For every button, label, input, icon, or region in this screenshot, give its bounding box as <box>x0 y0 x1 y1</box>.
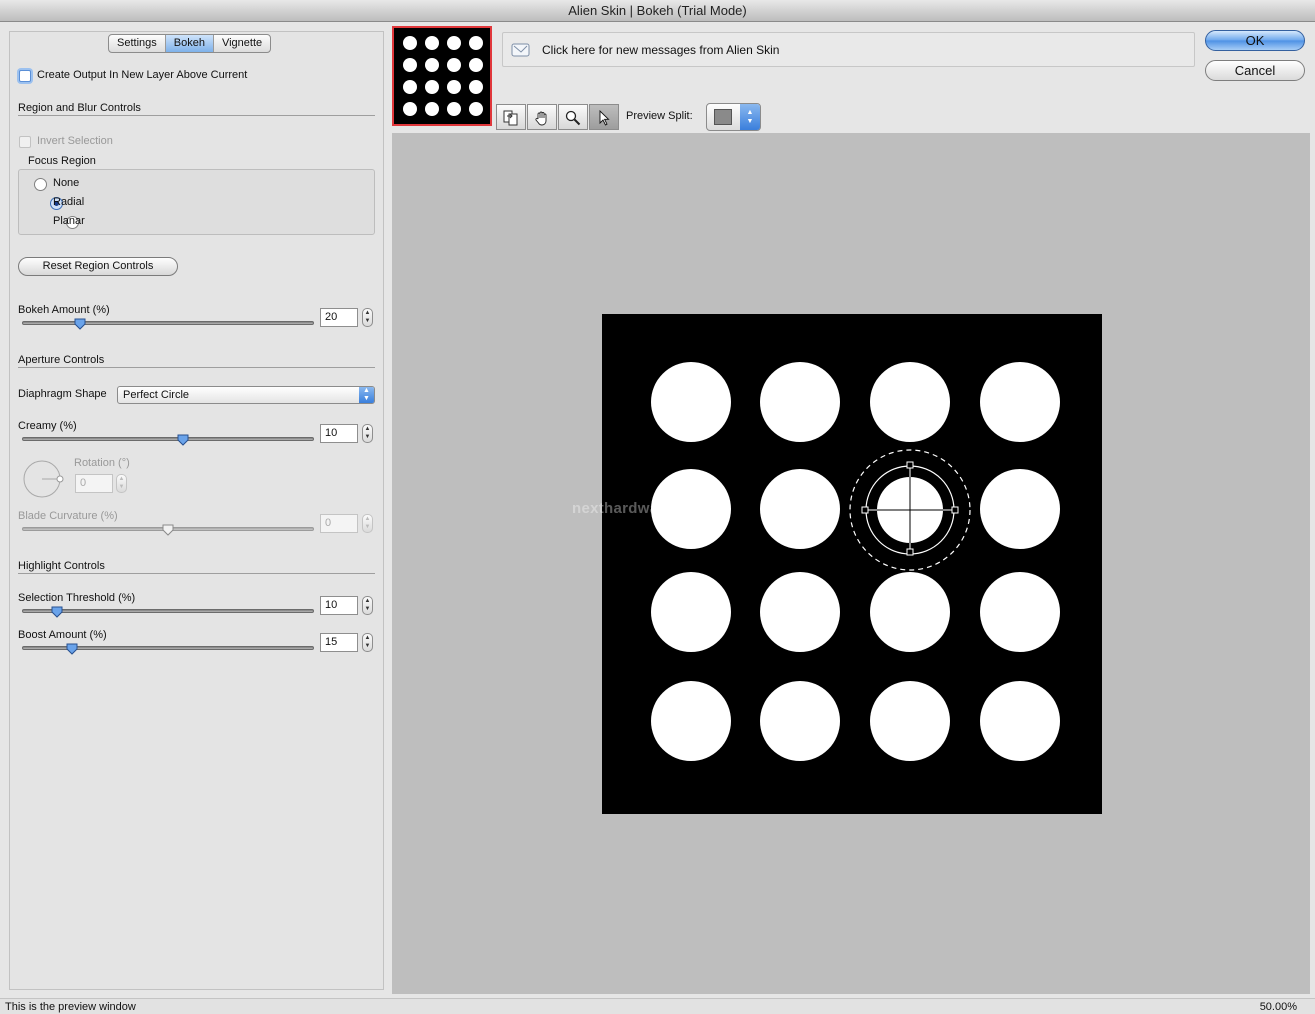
bokeh-circle <box>651 572 731 652</box>
select-arrows-icon: ▲ ▼ <box>740 104 760 130</box>
boost-amount-thumb[interactable] <box>66 643 78 655</box>
selection-threshold-label: Selection Threshold (%) <box>18 592 136 604</box>
blade-curvature-input[interactable]: 0 <box>320 514 358 533</box>
bokeh-circle <box>651 681 731 761</box>
pointer-icon <box>599 110 610 126</box>
selection-threshold-slider[interactable] <box>22 609 314 613</box>
rotation-stepper[interactable]: ▲ ▼ <box>116 474 127 493</box>
creamy-label: Creamy (%) <box>18 420 77 432</box>
bokeh-amount-stepper[interactable]: ▲ ▼ <box>362 308 373 327</box>
select-arrows-icon: ▲ ▼ <box>359 387 374 403</box>
blade-curvature-stepper[interactable]: ▲ ▼ <box>362 514 373 533</box>
tab-vignette[interactable]: Vignette <box>214 35 270 52</box>
reset-region-button[interactable]: Reset Region Controls <box>18 257 178 276</box>
bokeh-circle <box>760 572 840 652</box>
bokeh-circle <box>760 469 840 549</box>
diaphragm-shape-label: Diaphragm Shape <box>18 388 107 400</box>
tab-bokeh[interactable]: Bokeh <box>165 35 214 52</box>
selection-threshold-thumb[interactable] <box>51 606 63 618</box>
zoom-icon <box>565 110 581 126</box>
status-bar: This is the preview window 50.00% <box>0 998 1315 1014</box>
creamy-slider[interactable] <box>22 437 314 441</box>
preview-split-swatch-icon <box>714 109 732 125</box>
navigator-thumbnail[interactable] <box>392 26 492 126</box>
bokeh-circle <box>870 572 950 652</box>
pointer-tool-button[interactable] <box>589 104 619 130</box>
new-layer-checkbox[interactable] <box>19 70 31 82</box>
hand-icon <box>535 111 547 126</box>
compare-tool-button[interactable] <box>496 104 526 130</box>
cancel-button[interactable]: Cancel <box>1205 60 1305 81</box>
bokeh-circle <box>980 469 1060 549</box>
window-title: Alien Skin | Bokeh (Trial Mode) <box>0 0 1315 22</box>
bokeh-circle <box>651 362 731 442</box>
zoom-level: 50.00% <box>1259 1001 1297 1013</box>
hand-tool-button[interactable] <box>527 104 557 130</box>
diaphragm-shape-select[interactable]: Perfect Circle ▲ ▼ <box>117 386 375 404</box>
highlight-section-title: Highlight Controls <box>18 560 105 572</box>
new-layer-label: Create Output In New Layer Above Current <box>37 69 248 81</box>
blade-curvature-thumb[interactable] <box>162 524 174 536</box>
bokeh-amount-slider[interactable] <box>22 321 314 325</box>
bokeh-circle <box>870 362 950 442</box>
divider <box>18 367 375 368</box>
radio-none[interactable] <box>34 178 47 191</box>
boost-amount-input[interactable]: 15 <box>320 633 358 652</box>
bokeh-circle <box>870 681 950 761</box>
zoom-tool-button[interactable] <box>558 104 588 130</box>
bokeh-circle <box>760 362 840 442</box>
message-envelope-icon <box>511 43 530 57</box>
radial-focus-handle[interactable] <box>846 446 974 574</box>
divider <box>18 115 375 116</box>
region-section-title: Region and Blur Controls <box>18 102 141 114</box>
rotation-label: Rotation (°) <box>74 457 130 469</box>
bokeh-circle <box>760 681 840 761</box>
focus-region-title: Focus Region <box>28 155 96 167</box>
boost-amount-stepper[interactable]: ▲ ▼ <box>362 633 373 652</box>
bokeh-circle <box>980 362 1060 442</box>
ok-button[interactable]: OK <box>1205 30 1305 51</box>
compare-icon <box>503 110 518 126</box>
boost-amount-label: Boost Amount (%) <box>18 629 107 641</box>
creamy-stepper[interactable]: ▲ ▼ <box>362 424 373 443</box>
rotation-dial[interactable] <box>22 459 64 499</box>
preview-split-select[interactable]: ▲ ▼ <box>706 103 761 131</box>
tab-bar: Settings Bokeh Vignette <box>108 34 272 53</box>
preview-split-label: Preview Split: <box>626 110 693 122</box>
watermark: nexthardware.com <box>572 500 710 517</box>
aperture-section-title: Aperture Controls <box>18 354 105 366</box>
bokeh-amount-label: Bokeh Amount (%) <box>18 304 110 316</box>
messages-text: Click here for new messages from Alien S… <box>542 43 780 57</box>
invert-selection-label: Invert Selection <box>37 135 113 147</box>
messages-bar[interactable]: Click here for new messages from Alien S… <box>502 32 1195 67</box>
creamy-thumb[interactable] <box>177 434 189 446</box>
status-text: This is the preview window <box>5 1001 136 1013</box>
rotation-input[interactable]: 0 <box>75 474 113 493</box>
divider <box>18 573 375 574</box>
invert-selection-checkbox[interactable] <box>19 136 31 148</box>
radio-none-label: None <box>53 177 80 189</box>
radio-planar-label: Planar <box>53 215 85 227</box>
radio-radial-label: Radial <box>53 196 85 208</box>
selection-threshold-stepper[interactable]: ▲ ▼ <box>362 596 373 615</box>
bokeh-circle <box>980 681 1060 761</box>
selection-threshold-input[interactable]: 10 <box>320 596 358 615</box>
blade-curvature-label: Blade Curvature (%) <box>18 510 118 522</box>
rotation-dial-icon <box>23 460 64 498</box>
bokeh-circle <box>980 572 1060 652</box>
bokeh-amount-input[interactable]: 20 <box>320 308 358 327</box>
tab-settings[interactable]: Settings <box>109 35 166 52</box>
thumbnail-dots-image <box>403 36 483 116</box>
diaphragm-shape-value: Perfect Circle <box>123 389 190 401</box>
bokeh-amount-thumb[interactable] <box>74 318 86 330</box>
creamy-input[interactable]: 10 <box>320 424 358 443</box>
